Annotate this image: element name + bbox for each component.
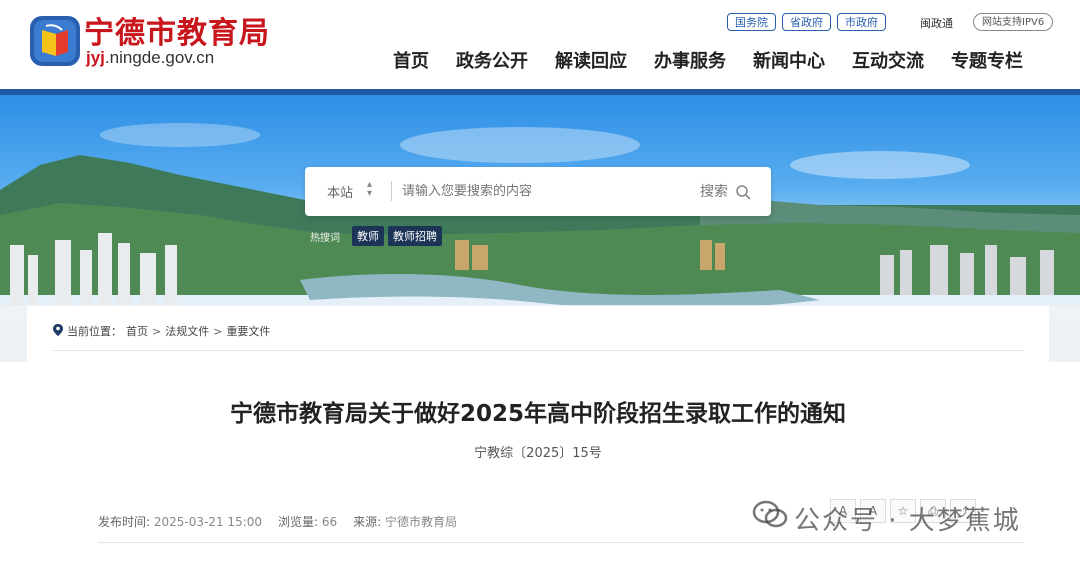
search-input[interactable] [402, 180, 682, 202]
minzhengtong-link[interactable]: 闽政通 [920, 15, 953, 31]
site-logo-icon[interactable] [28, 14, 82, 68]
publish-time: 2025-03-21 15:00 [153, 515, 263, 529]
breadcrumb-fagui[interactable]: 法规文件 [165, 323, 209, 339]
wechat-watermark: 公众号 · 大梦蕉城 [752, 500, 1021, 537]
meta-divider [98, 542, 1023, 543]
nav-xinwen[interactable]: 新闻中心 [753, 47, 825, 73]
nav-home[interactable]: 首页 [393, 47, 429, 73]
wechat-icon [752, 500, 788, 537]
breadcrumb-zhongyao[interactable]: 重要文件 [226, 323, 270, 339]
source-label: 来源: [353, 515, 382, 529]
hot-keywords-label: 热搜词 [310, 232, 340, 244]
source-value: 宁德市教育局 [385, 515, 458, 529]
search-scope-select[interactable]: 本站 [327, 182, 353, 201]
nav-banshi[interactable]: 办事服务 [654, 47, 726, 73]
site-title[interactable]: 宁德市教育局 [84, 8, 270, 52]
top-links: 国务院 省政府 市政府 [727, 13, 886, 31]
top-link-shengzhengfu[interactable]: 省政府 [782, 13, 831, 31]
article-meta: 发布时间: 2025-03-21 15:00 浏览量: 66 来源: 宁德市教育… [98, 513, 457, 530]
views-count: 66 [321, 515, 338, 529]
nav-jiedu[interactable]: 解读回应 [555, 47, 627, 73]
location-pin-icon [53, 323, 63, 339]
site-header: 宁德市教育局 jyj.ningde.gov.cn 国务院 省政府 市政府 闽政通… [0, 0, 1080, 90]
views-info: 浏览量: 66 [278, 513, 337, 530]
article-title: 宁德市教育局关于做好2025年高中阶段招生录取工作的通知 [229, 401, 846, 427]
hot-keywords: 热搜词 教师 教师招聘 [310, 226, 442, 246]
search-divider [391, 181, 392, 201]
breadcrumb-separator: > [213, 324, 223, 338]
breadcrumb-divider [53, 350, 1023, 351]
breadcrumb: 当前位置： 首页 > 法规文件 > 重要文件 [53, 323, 270, 339]
breadcrumb-label: 当前位置： [67, 325, 122, 338]
domain-rest: .ningde.gov.cn [104, 48, 215, 67]
breadcrumb-home[interactable]: 首页 [126, 323, 148, 339]
watermark-text: 公众号 · 大梦蕉城 [794, 506, 1021, 536]
nav-zhengwu[interactable]: 政务公开 [456, 47, 528, 73]
scope-arrows-icon[interactable]: ▴ ▾ [367, 180, 372, 199]
publish-info: 发布时间: 2025-03-21 15:00 [98, 513, 262, 530]
document-number: 宁教综〔2025〕15号 [474, 446, 602, 461]
main-nav: 首页 政务公开 解读回应 办事服务 新闻中心 互动交流 专题专栏 [393, 47, 1023, 73]
hot-tag-jiaoshi[interactable]: 教师 [352, 226, 384, 246]
hot-tag-jiaoshi-zhaopin[interactable]: 教师招聘 [388, 226, 442, 246]
search-icon[interactable] [735, 184, 751, 204]
site-domain: jyj.ningde.gov.cn [86, 48, 214, 68]
domain-highlight: jyj [86, 48, 105, 67]
search-button[interactable]: 搜索 [700, 181, 728, 201]
search-box: 本站 ▴▾ 搜索 [305, 167, 771, 216]
nav-zhuanti[interactable]: 专题专栏 [951, 47, 1023, 73]
ipv6-badge: 网站支持IPV6 [973, 13, 1054, 31]
source-info: 来源: 宁德市教育局 [353, 513, 457, 530]
top-link-guowuyuan[interactable]: 国务院 [727, 13, 776, 31]
top-link-shizhengfu[interactable]: 市政府 [837, 13, 886, 31]
nav-hudong[interactable]: 互动交流 [852, 47, 924, 73]
breadcrumb-separator: > [152, 324, 162, 338]
publish-label: 发布时间: [98, 515, 151, 529]
views-label: 浏览量: [278, 515, 319, 529]
